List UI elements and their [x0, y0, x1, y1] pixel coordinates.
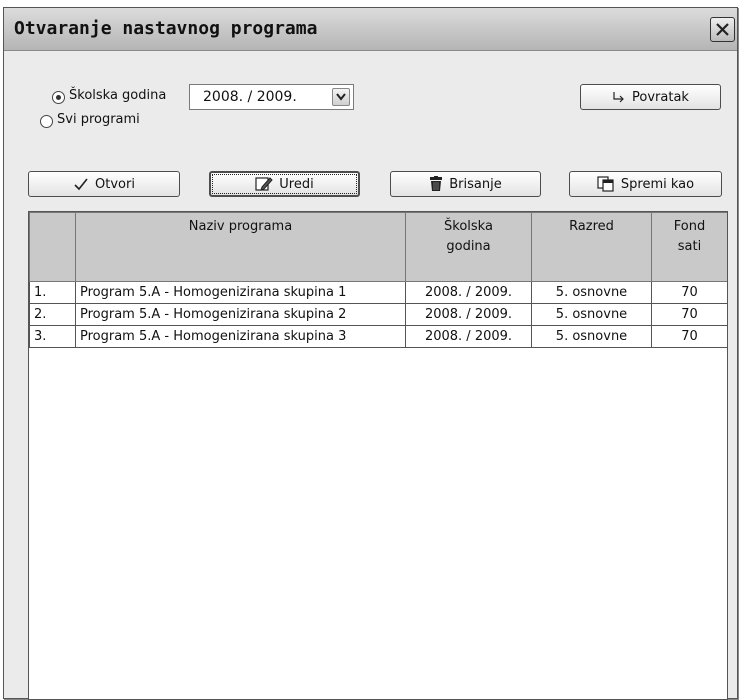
delete-button[interactable]: Brisanje: [390, 171, 541, 197]
school-year-select[interactable]: 2008. / 2009.: [189, 84, 354, 110]
program-name-cell: Program 5.A - Homogenizirana skupina 3: [75, 325, 406, 348]
header-school-year[interactable]: Školska godina: [405, 212, 532, 282]
checkmark-icon: [74, 178, 88, 191]
save-as-button-label: Spremi kao: [620, 176, 695, 192]
chevron-down-icon: [336, 93, 346, 101]
edit-pencil-icon: [255, 177, 273, 191]
trash-icon: [430, 176, 443, 191]
dropdown-arrow-button[interactable]: [332, 88, 350, 106]
school-year-cell: 2008. / 2009.: [405, 281, 532, 304]
dialog-window: Otvaranje nastavnog programa Školska god…: [3, 7, 738, 700]
row-number: 2.: [29, 303, 76, 326]
program-name-cell: Program 5.A - Homogenizirana skupina 1: [75, 281, 406, 304]
header-program-name[interactable]: Naziv programa: [75, 212, 406, 282]
save-as-icon: [597, 176, 614, 192]
grade-cell: 5. osnovne: [531, 303, 652, 326]
hours-cell: 70: [651, 303, 727, 326]
header-grade[interactable]: Razred: [531, 212, 652, 282]
table-header-row: Naziv programa Školska godina Razred Fond…: [29, 212, 727, 282]
all-programs-radio-label: Svi programi: [57, 112, 140, 127]
hours-cell: 70: [651, 325, 727, 348]
return-arrow-icon: [613, 92, 624, 103]
edit-button[interactable]: Uredi: [209, 171, 360, 197]
edit-button-label: Uredi: [279, 176, 314, 192]
school-year-cell: 2008. / 2009.: [405, 325, 532, 348]
all-programs-radio[interactable]: [40, 115, 53, 128]
program-name-cell: Program 5.A - Homogenizirana skupina 2: [75, 303, 406, 326]
back-button-label: Povratak: [632, 89, 689, 105]
table-row[interactable]: 3. Program 5.A - Homogenizirana skupina …: [29, 325, 727, 348]
window-title: Otvaranje nastavnog programa: [14, 18, 318, 39]
open-button[interactable]: Otvori: [28, 171, 180, 197]
school-year-select-value: 2008. / 2009.: [203, 89, 297, 105]
grade-cell: 5. osnovne: [531, 281, 652, 304]
row-number: 3.: [29, 325, 76, 348]
header-row-number[interactable]: [29, 212, 76, 282]
back-button[interactable]: Povratak: [580, 84, 721, 110]
save-as-button[interactable]: Spremi kao: [569, 171, 722, 197]
header-hours[interactable]: Fond sati: [651, 212, 727, 282]
title-bar: Otvaranje nastavnog programa: [4, 8, 737, 51]
table-row[interactable]: 2. Program 5.A - Homogenizirana skupina …: [29, 303, 727, 326]
grade-cell: 5. osnovne: [531, 325, 652, 348]
hours-cell: 70: [651, 281, 727, 304]
row-number: 1.: [29, 281, 76, 304]
table-row[interactable]: 1. Program 5.A - Homogenizirana skupina …: [29, 281, 727, 304]
close-icon: [716, 23, 729, 36]
close-button[interactable]: [710, 17, 735, 42]
school-year-radio[interactable]: [52, 91, 65, 104]
programs-table: Naziv programa Školska godina Razred Fond…: [28, 211, 728, 700]
delete-button-label: Brisanje: [449, 176, 502, 192]
open-button-label: Otvori: [95, 176, 135, 192]
school-year-radio-label: Školska godina: [69, 88, 167, 103]
school-year-cell: 2008. / 2009.: [405, 303, 532, 326]
